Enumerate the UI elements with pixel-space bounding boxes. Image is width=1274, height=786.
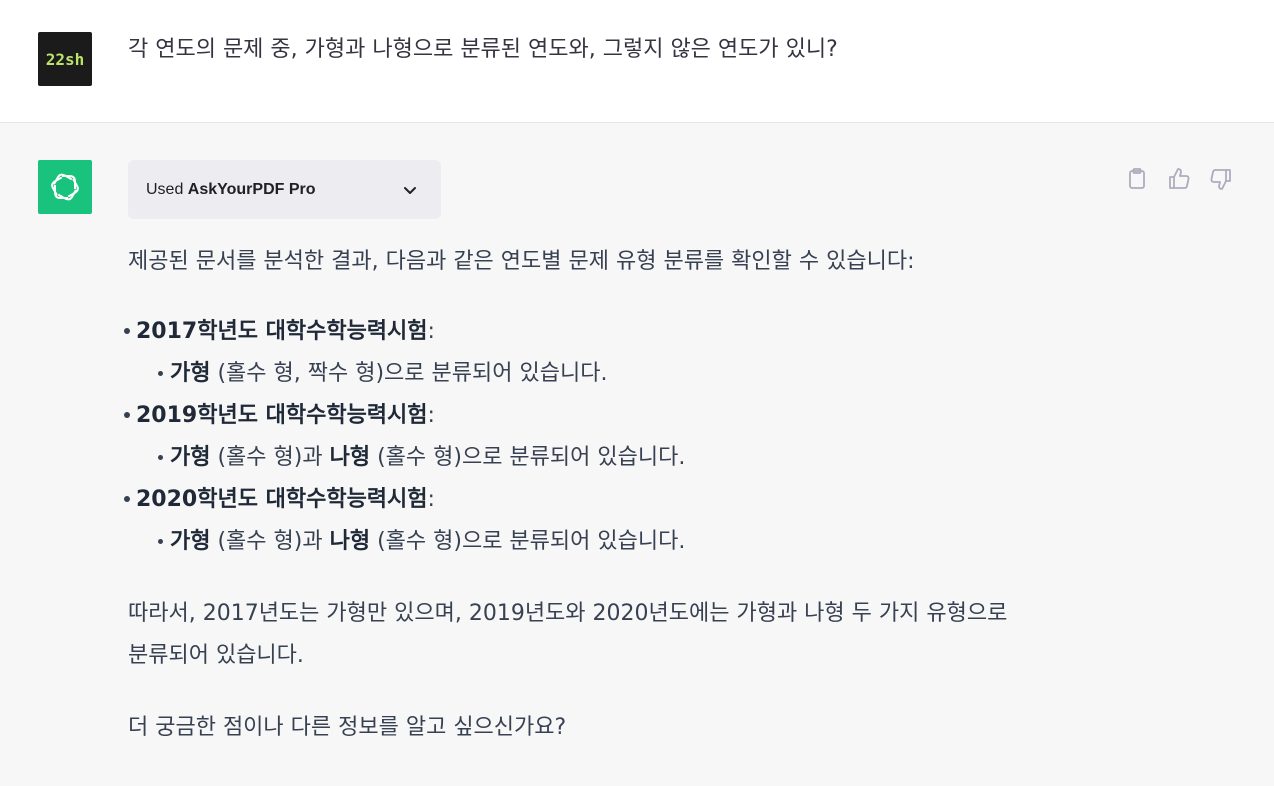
clipboard-icon[interactable] [1124,166,1150,192]
year-title: 2020학년도 대학수학능력시험 [136,487,428,512]
assistant-avatar [38,160,92,214]
type-ga-label: 가형 [170,445,211,470]
followup-question: 더 궁금한 점이나 다른 정보를 알고 싶으신가요? [128,715,567,740]
sub-list-item: 가형 (홀수 형)과 나형 (홀수 형)으로 분류되어 있습니다. [158,437,686,479]
plugin-usage-toggle[interactable]: Used AskYourPDF Pro [128,160,441,219]
bullet-dot [124,496,130,502]
thumbs-down-icon[interactable] [1208,166,1234,192]
bullet-dot [124,412,130,418]
assistant-message-row: Used AskYourPDF Pro 제공된 문서를 분석한 결과, 다음과 … [0,123,1274,786]
year-colon: : [427,319,435,344]
list-item: 2017학년도 대학수학능력시험: [124,311,435,353]
type-ga-label: 가형 [170,361,211,386]
plugin-name: AskYourPDF Pro [187,181,316,198]
sub-list-item: 가형 (홀수 형)과 나형 (홀수 형)으로 분류되어 있습니다. [158,521,686,563]
list-item: 2019학년도 대학수학능력시험: [124,395,435,437]
bullet-dot [124,328,130,334]
chevron-down-icon[interactable] [400,180,420,200]
bullet-dot [158,539,163,544]
type-na-detail: (홀수 형)으로 분류되어 있습니다. [370,529,686,554]
type-ga-detail: (홀수 형, 짝수 형)으로 분류되어 있습니다. [210,361,608,386]
type-ga-label: 가형 [170,529,211,554]
user-avatar: 22sh [38,32,92,86]
intro-paragraph: 제공된 문서를 분석한 결과, 다음과 같은 연도별 문제 유형 분류를 확인할… [128,249,915,274]
year-title: 2019학년도 대학수학능력시험 [136,403,428,428]
type-na-label: 나형 [329,529,371,554]
plugin-usage-label: Used AskYourPDF Pro [146,179,316,201]
bullet-dot [158,455,163,460]
year-colon: : [427,403,435,428]
user-message-text: 각 연도의 문제 중, 가형과 나형으로 분류된 연도와, 그렇지 않은 연도가… [128,37,838,62]
plugin-prefix: Used [146,181,188,198]
sub-list-item: 가형 (홀수 형, 짝수 형)으로 분류되어 있습니다. [158,353,608,395]
list-item: 2020학년도 대학수학능력시험: [124,479,435,521]
type-ga-detail: (홀수 형)과 [210,529,330,554]
user-avatar-text: 22sh [45,49,85,69]
type-na-detail: (홀수 형)으로 분류되어 있습니다. [370,445,686,470]
conclusion-line-2: 분류되어 있습니다. [128,643,304,668]
type-ga-detail: (홀수 형)과 [210,445,330,470]
user-message-row: 22sh 각 연도의 문제 중, 가형과 나형으로 분류된 연도와, 그렇지 않… [0,0,1274,123]
conclusion-line-1: 따라서, 2017년도는 가형만 있으며, 2019년도와 2020년도에는 가… [128,601,1008,626]
openai-logo-icon [51,173,79,201]
thumbs-up-icon[interactable] [1166,166,1192,192]
bullet-dot [158,371,163,376]
year-colon: : [427,487,435,512]
year-title: 2017학년도 대학수학능력시험 [136,319,428,344]
type-na-label: 나형 [329,445,371,470]
message-actions [1124,166,1236,192]
